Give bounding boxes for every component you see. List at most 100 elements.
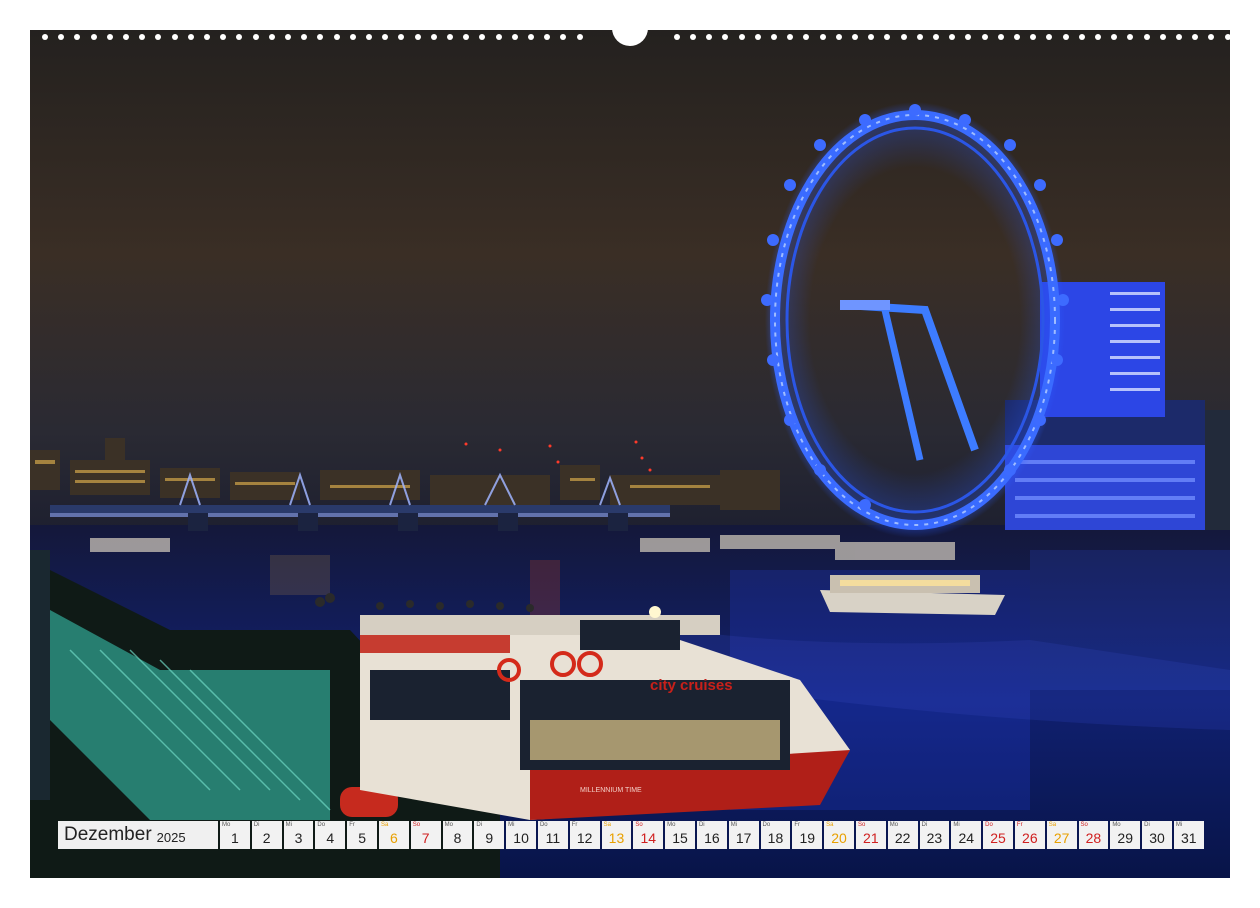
- day-number: 3: [294, 830, 303, 846]
- day-number: 24: [958, 830, 975, 846]
- day-number: 7: [421, 830, 430, 846]
- day-number: 20: [831, 830, 847, 846]
- day-number: 15: [672, 830, 688, 846]
- binding-hole: [1095, 34, 1101, 40]
- binding-hole: [884, 34, 891, 40]
- weekday-label: Mo: [667, 822, 676, 828]
- day-number: 29: [1117, 830, 1133, 846]
- day-number: 12: [576, 830, 593, 846]
- binding-hole: [495, 34, 502, 40]
- weekday-label: Di: [1144, 822, 1150, 828]
- binding-hole: [1111, 34, 1118, 40]
- binding-hole: [852, 34, 858, 40]
- day-cell: Fr 26: [1014, 821, 1045, 849]
- day-cell: Do 11: [537, 821, 568, 849]
- binding-hole: [560, 34, 567, 40]
- binding-hole: [722, 34, 729, 40]
- day-cell: Di 16: [696, 821, 727, 849]
- weekday-label: Mo: [444, 822, 453, 828]
- day-cell: Fr 12: [569, 821, 600, 849]
- day-cell: Sa 27: [1046, 821, 1077, 849]
- weekday-label: Do: [985, 822, 993, 828]
- hanger-notch: [612, 24, 648, 46]
- binding-hole: [171, 34, 178, 40]
- day-number: 17: [735, 830, 752, 846]
- day-number: 8: [453, 830, 462, 846]
- weekday-label: Do: [762, 822, 771, 828]
- weekday-label: Mi: [508, 822, 515, 828]
- day-number: 27: [1053, 830, 1070, 846]
- day-number: 6: [389, 830, 398, 846]
- day-cell: Mi 3: [283, 821, 314, 849]
- day-number: 1: [231, 830, 239, 846]
- weekday-label: Mo: [1112, 822, 1121, 828]
- binding-hole: [803, 34, 810, 40]
- binding-hole: [544, 34, 551, 40]
- binding-hole: [1014, 34, 1020, 40]
- day-number: 2: [262, 830, 271, 846]
- day-cell: Do 25: [983, 821, 1013, 849]
- day-number: 11: [545, 830, 561, 846]
- weekday-label: Do: [317, 822, 326, 828]
- day-cell: Mo 22: [887, 821, 918, 849]
- day-cell: So 21: [855, 821, 886, 849]
- day-number: 16: [704, 830, 720, 846]
- binding-hole: [1030, 34, 1037, 40]
- day-cell: Mi 10: [506, 821, 536, 849]
- binding-hole: [706, 34, 713, 40]
- day-cell: Di 2: [251, 821, 282, 849]
- binding-hole: [1062, 34, 1069, 40]
- binding-hole: [738, 34, 745, 40]
- weekday-label: Mi: [285, 822, 292, 828]
- day-cell: Mo 29: [1110, 821, 1141, 849]
- day-number: 18: [767, 830, 784, 846]
- wire-binding: [30, 24, 1231, 46]
- weekday-label: Mo: [889, 822, 899, 828]
- weekday-label: Fr: [1016, 822, 1023, 828]
- weekday-label: Mi: [953, 822, 960, 828]
- weekday-label: Mi: [730, 822, 738, 828]
- binding-hole: [1208, 34, 1215, 40]
- binding-hole: [74, 34, 81, 40]
- binding-hole: [285, 34, 291, 40]
- month-label-box: Dezember 2025: [58, 821, 218, 849]
- weekday-label: Sa: [603, 822, 611, 828]
- day-number: 23: [926, 830, 943, 846]
- binding-hole: [1046, 34, 1053, 40]
- day-number: 31: [1181, 830, 1197, 846]
- binding-hole: [1224, 34, 1231, 40]
- binding-hole: [220, 34, 227, 40]
- day-cell: Mi 17: [728, 821, 759, 849]
- weekday-label: Fr: [794, 822, 801, 828]
- weekday-label: Di: [921, 822, 928, 828]
- day-cell: Mo 15: [665, 821, 695, 849]
- day-number: 10: [513, 830, 529, 846]
- london-eye-night-photo: city cruises MILLENNIUM TIME: [30, 30, 1230, 878]
- binding-hole: [949, 34, 956, 40]
- day-number: 4: [326, 830, 335, 846]
- day-cell: So 28: [1078, 821, 1109, 849]
- binding-hole: [398, 34, 405, 40]
- binding-hole: [430, 34, 437, 40]
- day-number: 14: [640, 830, 657, 846]
- day-number: 13: [608, 830, 625, 846]
- day-number: 30: [1149, 830, 1165, 846]
- weekday-label: Di: [253, 822, 260, 828]
- binding-hole: [414, 34, 421, 40]
- weekday-label: Sa: [1048, 822, 1057, 828]
- weekday-label: Fr: [349, 822, 355, 828]
- binding-hole: [268, 34, 275, 40]
- month-name: Dezember: [64, 824, 152, 845]
- day-cell: So 7: [410, 821, 441, 849]
- month-year: 2025: [156, 829, 186, 845]
- binding-hole: [349, 34, 356, 40]
- binding-hole: [673, 34, 680, 40]
- weekday-label: Do: [539, 822, 548, 828]
- weekday-label: Fr: [571, 822, 578, 828]
- binding-hole: [58, 34, 65, 40]
- day-cell: Do 18: [760, 821, 791, 849]
- binding-hole: [916, 34, 923, 40]
- binding-hole: [933, 34, 939, 40]
- weekday-label: So: [412, 822, 421, 828]
- binding-hole: [868, 34, 875, 40]
